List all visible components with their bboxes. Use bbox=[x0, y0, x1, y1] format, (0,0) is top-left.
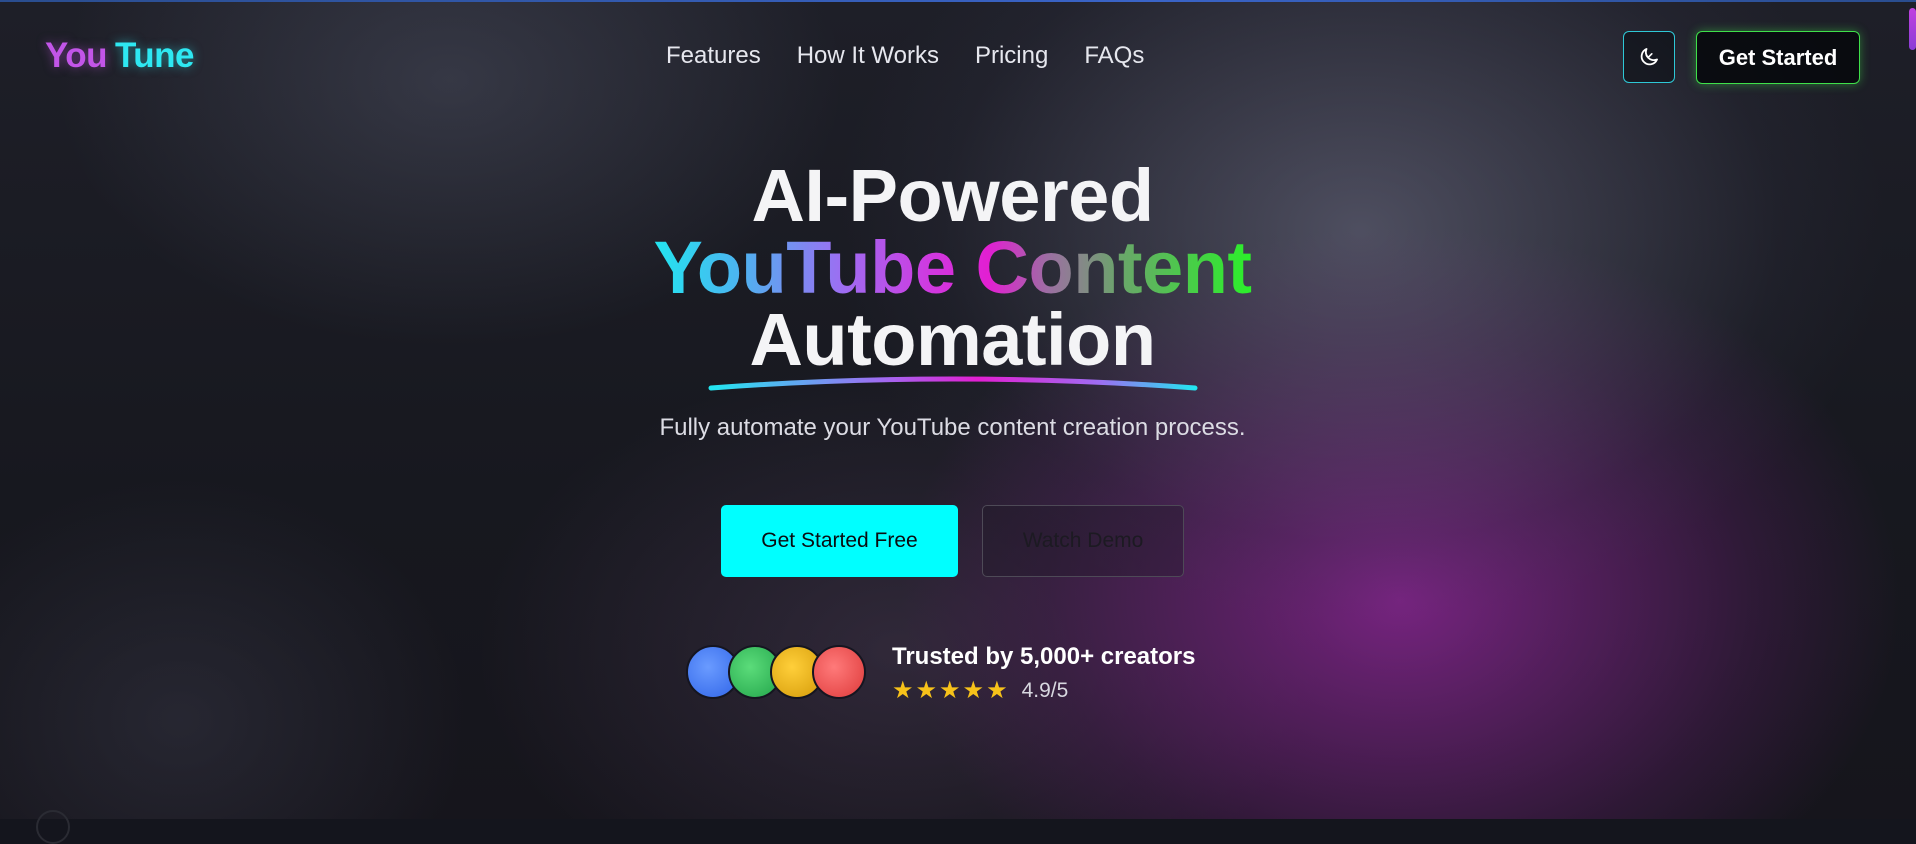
nav-how-it-works[interactable]: How It Works bbox=[797, 42, 939, 70]
nav-features[interactable]: Features bbox=[666, 42, 761, 70]
nav-faqs[interactable]: FAQs bbox=[1084, 42, 1144, 70]
hero-subtitle: Fully automate your YouTube content crea… bbox=[659, 414, 1246, 441]
avatar bbox=[812, 645, 866, 699]
logo-part-you: You bbox=[45, 36, 108, 75]
trusted-by-text: Trusted by 5,000+ creators bbox=[892, 643, 1196, 670]
scrollbar-thumb[interactable] bbox=[1909, 8, 1916, 50]
moon-icon bbox=[1640, 48, 1658, 66]
hero-title-line1: AI-Powered bbox=[751, 154, 1154, 237]
main-nav: Features How It Works Pricing FAQs bbox=[666, 42, 1144, 70]
floating-widget-edge[interactable] bbox=[36, 810, 70, 844]
hero-cta-row: Get Started Free Watch Demo bbox=[721, 505, 1184, 577]
nav-pricing[interactable]: Pricing bbox=[975, 42, 1048, 70]
watch-demo-button[interactable]: Watch Demo bbox=[982, 505, 1184, 577]
rating-row: ★ ★ ★ ★ ★ 4.9/5 bbox=[892, 679, 1196, 703]
star-rating: ★ ★ ★ ★ ★ bbox=[892, 679, 1008, 703]
social-proof-text: Trusted by 5,000+ creators ★ ★ ★ ★ ★ 4.9… bbox=[892, 643, 1196, 703]
avatar-stack bbox=[686, 643, 870, 703]
hero-title-line3: Automation bbox=[749, 298, 1156, 381]
theme-toggle-button[interactable] bbox=[1623, 31, 1675, 83]
brand-logo[interactable]: You Tune bbox=[45, 36, 195, 76]
logo-part-tune: Tune bbox=[115, 36, 195, 75]
hero-title: AI-Powered YouTube Content Automation bbox=[0, 154, 1905, 381]
hero-title-line2: YouTube Content bbox=[653, 226, 1252, 309]
get-started-free-button[interactable]: Get Started Free bbox=[721, 505, 958, 577]
star-icon: ★ bbox=[915, 677, 938, 704]
rating-value: 4.9/5 bbox=[1021, 679, 1069, 702]
star-icon: ★ bbox=[939, 677, 961, 704]
social-proof: Trusted by 5,000+ creators ★ ★ ★ ★ ★ 4.9… bbox=[686, 643, 1196, 703]
star-icon: ★ bbox=[986, 677, 1008, 704]
top-border bbox=[0, 0, 1916, 2]
hero-section: AI-Powered YouTube Content Automation Fu… bbox=[0, 154, 1905, 442]
site-header: You Tune Features How It Works Pricing FA… bbox=[0, 0, 1916, 116]
star-icon: ★ bbox=[892, 677, 914, 704]
star-icon: ★ bbox=[962, 677, 985, 704]
header-get-started-button[interactable]: Get Started bbox=[1696, 31, 1860, 84]
